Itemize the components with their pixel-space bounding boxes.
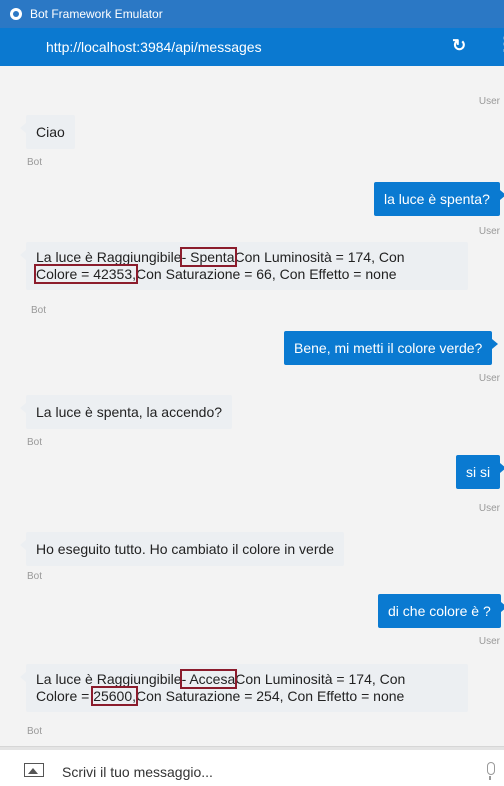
message-text: Con Luminosità = 174, Con — [234, 249, 405, 265]
more-vertical-icon[interactable]: ⋮ — [496, 34, 504, 55]
endpoint-url[interactable]: http://localhost:3984/api/messages — [46, 39, 262, 55]
message-text: si si — [466, 463, 491, 480]
bot-message[interactable]: La luce è Raggiungibile- AccesaCon Lumin… — [20, 664, 468, 712]
message-text: La luce è Raggiungibile — [36, 671, 182, 687]
highlight-color: Colore = 42353, — [33, 264, 139, 284]
message-text: di che colore è ? — [388, 602, 491, 619]
message-text: Con Saturazione = 254, Con Effetto = non… — [136, 688, 405, 704]
divider — [0, 747, 504, 750]
window-title: Bot Framework Emulator — [30, 7, 163, 21]
sender-label-user: User — [478, 226, 500, 237]
message-text: Ciao — [36, 123, 65, 140]
message-text: la luce è spenta? — [384, 190, 490, 207]
message-text: Ho eseguito tutto. Ho cambiato il colore… — [36, 540, 335, 557]
sender-label-user: User — [478, 96, 500, 107]
bot-message[interactable]: Ho eseguito tutto. Ho cambiato il colore… — [19, 532, 345, 566]
sender-label-user: User — [478, 503, 500, 514]
highlight-color: 25600, — [91, 686, 139, 706]
message-text: Con Saturazione = 66, Con Effetto = none — [136, 266, 397, 282]
sender-label-user: User — [478, 636, 500, 647]
highlight-state: - Spenta — [179, 247, 237, 267]
image-upload-icon[interactable] — [24, 763, 44, 777]
message-text: La luce è Raggiungibile — [36, 249, 182, 265]
message-text: La luce è spenta, la accendo? — [36, 403, 223, 420]
sender-label-bot: Bot — [27, 726, 43, 737]
sender-label-bot: Bot — [27, 157, 43, 168]
user-message[interactable]: la luce è spenta? — [374, 182, 504, 216]
bot-message[interactable]: Ciao — [20, 115, 75, 149]
address-bar: http://localhost:3984/api/messages ↻ ⋮ — [0, 28, 504, 66]
sender-label-bot: Bot — [27, 571, 43, 582]
refresh-icon[interactable]: ↻ — [452, 36, 466, 56]
sender-label-bot: Bot — [31, 305, 47, 316]
microphone-icon[interactable] — [487, 762, 495, 780]
chat-transcript[interactable]: User Ciao Bot la luce è spenta? User La … — [0, 66, 504, 746]
bot-message[interactable]: La luce è Raggiungibile- SpentaCon Lumin… — [20, 242, 468, 290]
message-text: Bene, mi metti il colore verde? — [294, 339, 483, 356]
sender-label-user: User — [478, 373, 500, 384]
user-message[interactable]: di che colore è ? — [378, 594, 504, 628]
user-message[interactable]: si si — [456, 455, 504, 489]
bot-emulator-icon — [10, 8, 22, 20]
bot-message[interactable]: La luce è spenta, la accendo? — [19, 395, 233, 429]
message-input-bar: Scrivi il tuo messaggio... — [0, 746, 504, 786]
message-text: Con Luminosità = 174, Con — [235, 671, 406, 687]
message-input[interactable]: Scrivi il tuo messaggio... — [62, 764, 213, 780]
message-text: Colore = — [36, 688, 94, 704]
sender-label-bot: Bot — [27, 437, 43, 448]
title-bar: Bot Framework Emulator — [0, 0, 504, 28]
user-message[interactable]: Bene, mi metti il colore verde? — [284, 331, 499, 365]
highlight-state: - Accesa — [179, 669, 238, 689]
